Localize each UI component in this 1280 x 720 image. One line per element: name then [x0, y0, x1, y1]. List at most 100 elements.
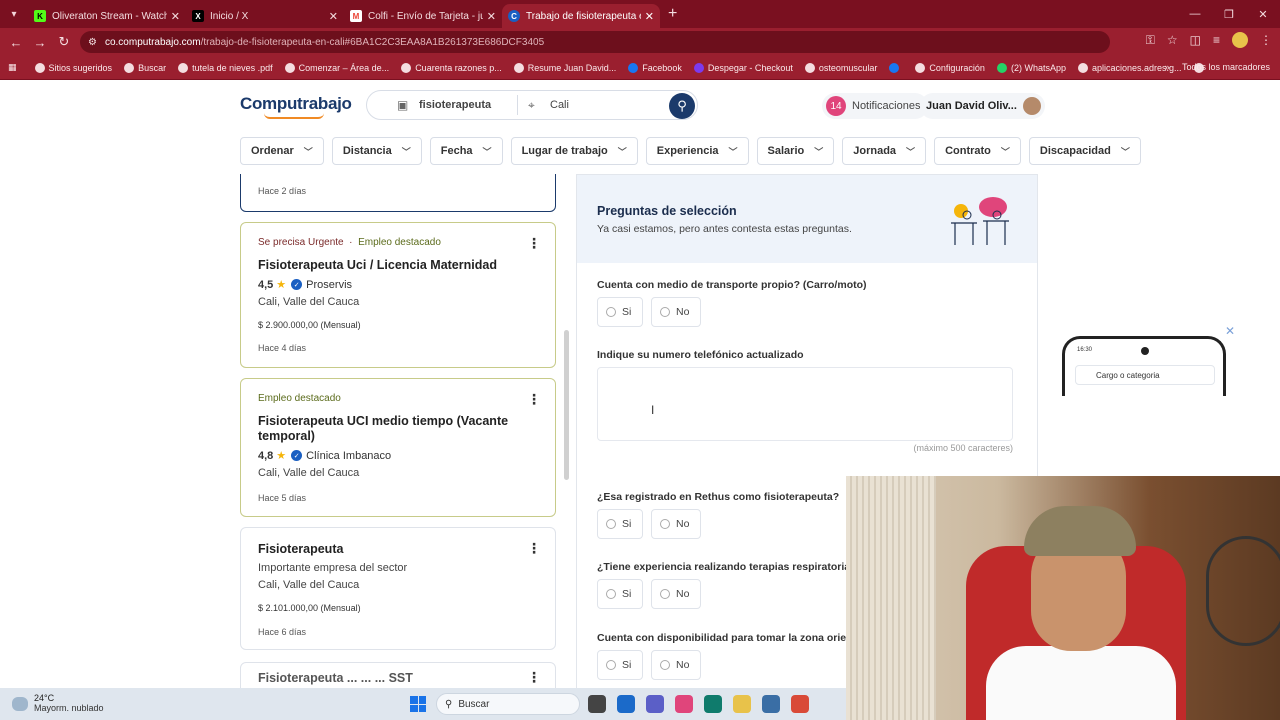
tab-3[interactable]: M Colfi - Envío de Tarjeta - juandav ✕	[344, 4, 502, 28]
user-menu[interactable]: Juan David Oliv...	[920, 93, 1045, 119]
company-name[interactable]: Clínica Imbanaco	[306, 450, 391, 462]
all-bookmarks[interactable]: » Todos los marcadores	[1165, 62, 1270, 72]
option-yes[interactable]: Si	[597, 297, 643, 327]
bookmark-item[interactable]: Resume Juan David...	[513, 62, 616, 73]
bookmark-item[interactable]: osteomuscular	[804, 62, 877, 73]
bookmark-item[interactable]: Despegar - Checkout	[693, 62, 793, 73]
filter-ordenar[interactable]: Ordenar ﹀	[240, 137, 324, 165]
job-title[interactable]: Fisioterapeuta Uci / Licencia Maternidad	[258, 258, 538, 273]
company-name[interactable]: Proservis	[306, 279, 352, 291]
search-button[interactable]: ⚲	[669, 93, 695, 119]
app-icon[interactable]	[762, 695, 780, 713]
tab-2[interactable]: X Inicio / X ✕	[186, 4, 344, 28]
filter-distancia[interactable]: Distancia ﹀	[331, 137, 422, 165]
chrome-profile-icon[interactable]	[791, 695, 809, 713]
chevron-down-icon: ﹀	[1000, 146, 1010, 157]
teams-icon[interactable]	[646, 695, 664, 713]
job-search-input[interactable]: ▣ fisioterapeuta	[387, 98, 537, 112]
menu-icon[interactable]: ⋮	[1260, 33, 1272, 47]
more-options-icon[interactable]: ⋮	[527, 669, 541, 686]
more-options-icon[interactable]: ⋮	[527, 235, 541, 252]
close-tab-icon[interactable]: ✕	[171, 10, 180, 23]
job-salary: $ 2.101.000,00 (Mensual)	[258, 603, 361, 613]
job-title[interactable]: Fisioterapeuta	[258, 542, 538, 557]
bookmark-item[interactable]: Buscar	[124, 62, 166, 73]
address-bar-row: ← → ↻ ⚙ co.computrabajo.com/trabajo-de-f…	[0, 28, 1280, 56]
browser-tab-bar: ▾ K Oliveraton Stream - Watch ✕ X Inicio…	[0, 0, 1280, 28]
copilot-icon[interactable]	[675, 695, 693, 713]
tab-1[interactable]: K Oliveraton Stream - Watch ✕	[28, 4, 186, 28]
panel-header: Preguntas de selección Ya casi estamos, …	[577, 175, 1037, 263]
more-options-icon[interactable]: ⋮	[527, 391, 541, 408]
bookmark-item[interactable]: Configuración	[915, 62, 985, 73]
url-field[interactable]: ⚙ co.computrabajo.com/trabajo-de-fisiote…	[80, 31, 1110, 53]
apps-icon[interactable]: ▦	[8, 62, 17, 73]
profile-avatar[interactable]	[1232, 32, 1248, 48]
back-icon[interactable]: ←	[4, 35, 28, 50]
search-query-text: fisioterapeuta	[419, 99, 492, 111]
close-window-icon[interactable]: ✕	[1246, 0, 1280, 28]
filter-lugar-de-trabajo[interactable]: Lugar de trabajo ﹀	[510, 137, 638, 165]
site-info-icon[interactable]: ⚙	[88, 37, 97, 48]
option-no[interactable]: No	[651, 579, 701, 609]
option-no[interactable]: No	[651, 297, 701, 327]
chrome-icon[interactable]	[733, 695, 751, 713]
job-title[interactable]: Fisioterapeuta ... ... ... SST	[258, 671, 538, 686]
filter-contrato[interactable]: Contrato ﹀	[934, 137, 1021, 165]
tab-title: Trabajo de fisioterapeuta en Cali	[526, 10, 641, 22]
x-icon: X	[192, 10, 204, 22]
more-options-icon[interactable]: ⋮	[527, 540, 541, 557]
task-view-icon[interactable]	[588, 695, 606, 713]
store-icon[interactable]	[617, 695, 635, 713]
option-yes[interactable]: Si	[597, 579, 643, 609]
job-card[interactable]: Fisioterapeuta Importante empresa del se…	[240, 527, 556, 650]
bookmark-item[interactable]	[889, 62, 903, 73]
close-tab-icon[interactable]: ✕	[487, 10, 496, 23]
chevron-down-icon: ﹀	[482, 146, 492, 157]
radio-icon	[606, 660, 616, 670]
computrabajo-logo[interactable]: Computrabajo	[240, 94, 352, 114]
job-card[interactable]: Empleo destacado Fisioterapeuta UCI medi…	[240, 378, 556, 517]
new-tab-icon[interactable]: +	[668, 5, 677, 23]
job-card[interactable]: Se precisa Urgente · Empleo destacado Fi…	[240, 222, 556, 368]
minimize-icon[interactable]: —	[1178, 0, 1212, 28]
filter-experiencia[interactable]: Experiencia ﹀	[645, 137, 749, 165]
tab-4-active[interactable]: C Trabajo de fisioterapeuta en Cali ✕	[502, 4, 660, 28]
job-card-selected[interactable]: Hace 2 días	[240, 174, 556, 212]
filter-jornada[interactable]: Jornada ﹀	[842, 137, 927, 165]
phone-textarea[interactable]	[597, 367, 1013, 441]
job-card[interactable]: Fisioterapeuta ... ... ... SST ⋮	[240, 662, 556, 688]
app-promo-phone[interactable]: 16:30 Cargo o categoria	[1062, 336, 1226, 396]
media-icon[interactable]: ≡	[1213, 33, 1220, 47]
tab-search-icon[interactable]: ▾	[0, 0, 28, 28]
filter-salario[interactable]: Salario ﹀	[756, 137, 835, 165]
option-yes[interactable]: Si	[597, 509, 643, 539]
bookmark-item[interactable]: (2) WhatsApp	[996, 62, 1066, 73]
bookmark-item[interactable]: tutela de nieves .pdf	[178, 62, 273, 73]
restore-icon[interactable]: ❐	[1212, 0, 1246, 28]
bookmark-item[interactable]: Sitios sugeridos	[34, 62, 112, 73]
taskbar-search[interactable]: ⚲ Buscar	[436, 693, 580, 715]
notifications-button[interactable]: 14 Notificaciones	[822, 93, 929, 119]
bookmark-item[interactable]: Comenzar – Área de...	[284, 62, 389, 73]
forward-icon[interactable]: →	[28, 35, 52, 50]
windows-start-icon[interactable]	[410, 696, 426, 712]
filter-discapacidad[interactable]: Discapacidad ﹀	[1028, 137, 1141, 165]
bookmark-item[interactable]: Facebook	[628, 62, 682, 73]
close-tab-icon[interactable]: ✕	[645, 10, 654, 23]
bookmark-item[interactable]: Cuarenta razones p...	[401, 62, 502, 73]
option-no[interactable]: No	[651, 509, 701, 539]
bookmark-star-icon[interactable]: ☆	[1167, 33, 1178, 47]
option-yes[interactable]: Si	[597, 650, 643, 680]
filter-fecha[interactable]: Fecha ﹀	[429, 137, 503, 165]
weather-widget[interactable]: 24°C Mayorm. nublado	[12, 693, 104, 714]
key-icon[interactable]: ⚿	[1146, 33, 1155, 48]
list-scrollbar[interactable]	[564, 330, 569, 480]
reload-icon[interactable]: ↻	[52, 34, 76, 50]
job-title[interactable]: Fisioterapeuta UCI medio tiempo (Vacante…	[258, 414, 538, 444]
close-tab-icon[interactable]: ✕	[329, 10, 338, 23]
close-promo-icon[interactable]: ✕	[1225, 324, 1235, 338]
extensions-icon[interactable]: ◫	[1190, 33, 1201, 47]
option-no[interactable]: No	[651, 650, 701, 680]
edge-icon[interactable]	[704, 695, 722, 713]
